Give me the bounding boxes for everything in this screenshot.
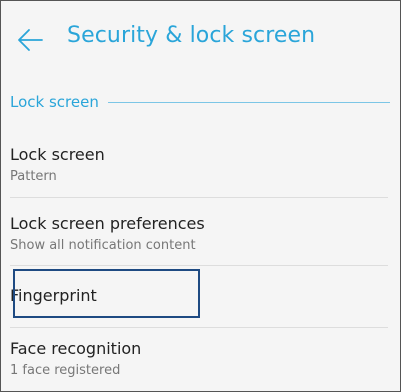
focus-highlight — [13, 269, 200, 318]
section-title: Lock screen — [10, 93, 99, 111]
section-header-lock-screen: Lock screen — [10, 91, 390, 113]
app-bar: Security & lock screen — [1, 1, 400, 79]
setting-item-lock-screen[interactable]: Lock screen Pattern — [1, 134, 400, 196]
setting-item-title: Face recognition — [10, 339, 142, 358]
back-arrow-icon[interactable] — [15, 25, 45, 55]
setting-item-summary: Pattern — [10, 169, 57, 184]
setting-item-face-recognition[interactable]: Face recognition 1 face registered — [1, 328, 400, 391]
page-title: Security & lock screen — [67, 23, 316, 48]
setting-item-summary: 1 face registered — [10, 363, 121, 378]
setting-item-lock-screen-preferences[interactable]: Lock screen preferences Show all notific… — [1, 198, 400, 264]
setting-item-summary: Show all notification content — [10, 238, 196, 253]
section-divider-line — [107, 101, 390, 103]
setting-item-title: Lock screen preferences — [10, 214, 205, 233]
settings-screen: Security & lock screen Lock screen Lock … — [0, 0, 401, 392]
setting-item-title: Lock screen — [10, 145, 105, 164]
